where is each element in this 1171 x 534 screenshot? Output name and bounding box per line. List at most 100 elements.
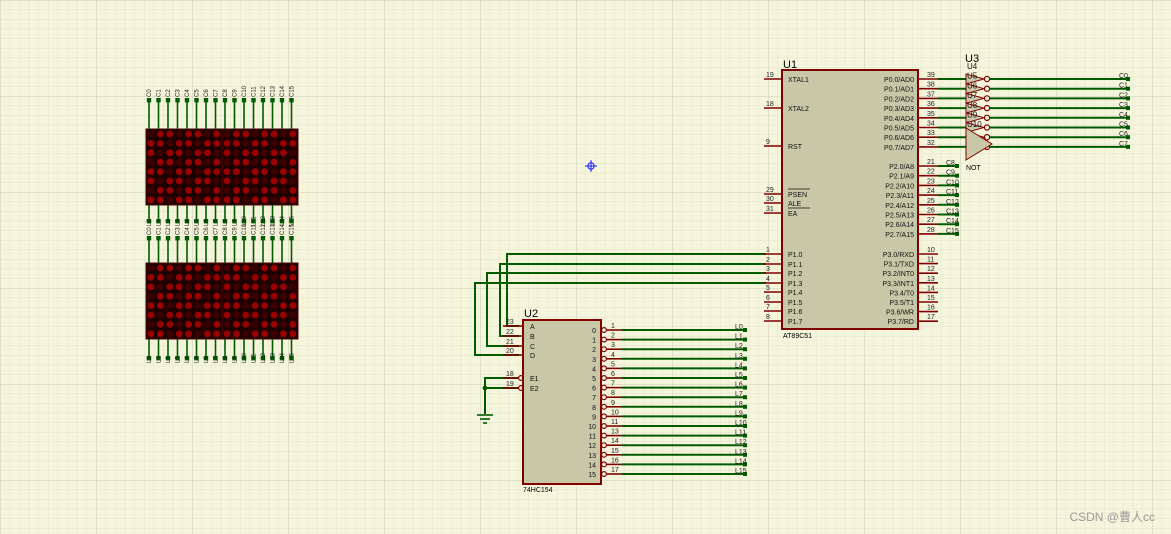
u2-output-number: 14 [611, 438, 619, 445]
led-dot [204, 311, 211, 319]
pin-terminal [156, 236, 161, 241]
u1-ref: U1 [783, 59, 797, 71]
led-dot [166, 321, 174, 328]
led-dot [280, 283, 287, 291]
watermark: CSDN @曹人cc [1069, 510, 1155, 524]
u2-output-net: L4 [735, 362, 743, 369]
led-dot [204, 283, 211, 291]
led-dot [233, 168, 240, 176]
led-dot [251, 177, 259, 185]
matrix-pin-label: L9 [233, 219, 239, 226]
led-dot [194, 311, 202, 319]
led-matrix-bottom[interactable] [145, 262, 299, 340]
led-dot [280, 130, 287, 138]
led-dot [233, 158, 240, 166]
led-dot [157, 311, 164, 319]
led-dot [233, 302, 240, 309]
led-dot [223, 292, 231, 300]
led-dot [185, 177, 193, 185]
led-dot [166, 264, 174, 272]
led-dot [185, 264, 193, 272]
u2-output-name: 11 [589, 434, 596, 441]
u2-output-name: 5 [592, 376, 596, 383]
led-matrix-bottom-right[interactable] [221, 262, 299, 340]
u1-pin-number: 39 [927, 72, 935, 79]
matrix-pin-label: C3 [176, 227, 182, 235]
led-dot [251, 187, 259, 194]
led-dot [223, 177, 231, 185]
schematic-canvas[interactable]: C0 C1 C2 C3 C4 C5 C6 C7 C8 C9 C10 C11 C12 C13 C14 C15L0… [0, 0, 1171, 534]
u2-output-number: 11 [611, 419, 618, 426]
led-dot [157, 149, 164, 157]
led-dot [289, 168, 297, 176]
led-dot [251, 321, 259, 328]
led-dot [213, 196, 221, 204]
u1-pin-number: 8 [766, 314, 770, 321]
u1-pin-number: 15 [927, 295, 935, 302]
pin-terminal [175, 236, 180, 241]
led-dot [204, 274, 211, 281]
u2-output-name: 10 [588, 424, 596, 431]
u2-output-number: 17 [611, 467, 619, 474]
led-dot [213, 264, 221, 272]
u2-pin-number: 22 [506, 329, 514, 336]
u1-pin-number: 7 [766, 304, 770, 311]
led-matrix-top[interactable] [145, 128, 299, 206]
matrix-pin-label: C4 [185, 89, 191, 97]
inverter-net-label: C0 [1119, 73, 1128, 80]
led-dot [166, 283, 174, 291]
matrix-pin-label: L5 [195, 219, 201, 226]
led-dot [242, 321, 250, 328]
pin-terminal [241, 236, 247, 241]
led-dot [204, 187, 211, 194]
led-dot [261, 158, 268, 166]
inverter-net-label: C6 [1119, 131, 1128, 138]
led-matrix-top-left[interactable] [145, 128, 223, 206]
u2-output-number: 4 [611, 352, 615, 359]
led-dot [242, 311, 250, 319]
led-dot [166, 196, 174, 204]
u2-output-number: 5 [611, 361, 615, 368]
pin-terminal [279, 98, 285, 103]
u1-pin-name: P0.6/AD6 [884, 135, 914, 142]
u1-pin-name: P2.5/A13 [885, 213, 914, 220]
led-dot [289, 321, 297, 328]
u1-pin-name: P3.6/WR [886, 310, 914, 317]
u1-pin-name: P1.4 [788, 290, 803, 297]
led-dot [166, 330, 174, 338]
pin-terminal [184, 98, 190, 103]
pin-terminal [175, 98, 180, 103]
u3-part: NOT [966, 165, 982, 172]
matrix-pin-label: C5 [195, 227, 201, 235]
led-dot [157, 177, 164, 185]
inverter-net-label: C2 [1119, 92, 1128, 99]
matrix-pin-label: C3 [176, 89, 182, 97]
u1-pin-number: 33 [927, 130, 935, 137]
led-dot [223, 168, 231, 176]
gate-label: U7 [967, 91, 978, 100]
microcontroller-u1[interactable]: U1 AT89C51 19XTAL118XTAL29RST29PSEN30ALE… [764, 59, 959, 340]
led-dot [157, 196, 164, 204]
u2-pin-name: A [530, 324, 535, 331]
u1-pin-name: XTAL1 [788, 77, 809, 84]
net-terminal [743, 376, 747, 380]
led-matrix-bottom-left[interactable] [145, 262, 223, 340]
led-dot [175, 196, 183, 204]
matrix-pin-label: L15 [290, 352, 296, 363]
led-dot [175, 130, 183, 138]
net-terminal [743, 385, 747, 390]
inverter-net-label: C1 [1119, 83, 1128, 90]
led-dot [270, 274, 278, 281]
u2-output-number: 2 [611, 333, 615, 340]
pin-terminal [279, 236, 285, 241]
led-matrix-top-right[interactable] [221, 128, 299, 206]
led-dot [289, 196, 297, 204]
pin-terminal [203, 98, 209, 103]
led-dot [261, 274, 268, 281]
led-dot [147, 149, 155, 157]
led-dot [204, 292, 211, 300]
led-dot [175, 187, 183, 194]
led-dot [213, 321, 221, 328]
led-dot [194, 177, 202, 185]
led-dot [175, 321, 183, 328]
